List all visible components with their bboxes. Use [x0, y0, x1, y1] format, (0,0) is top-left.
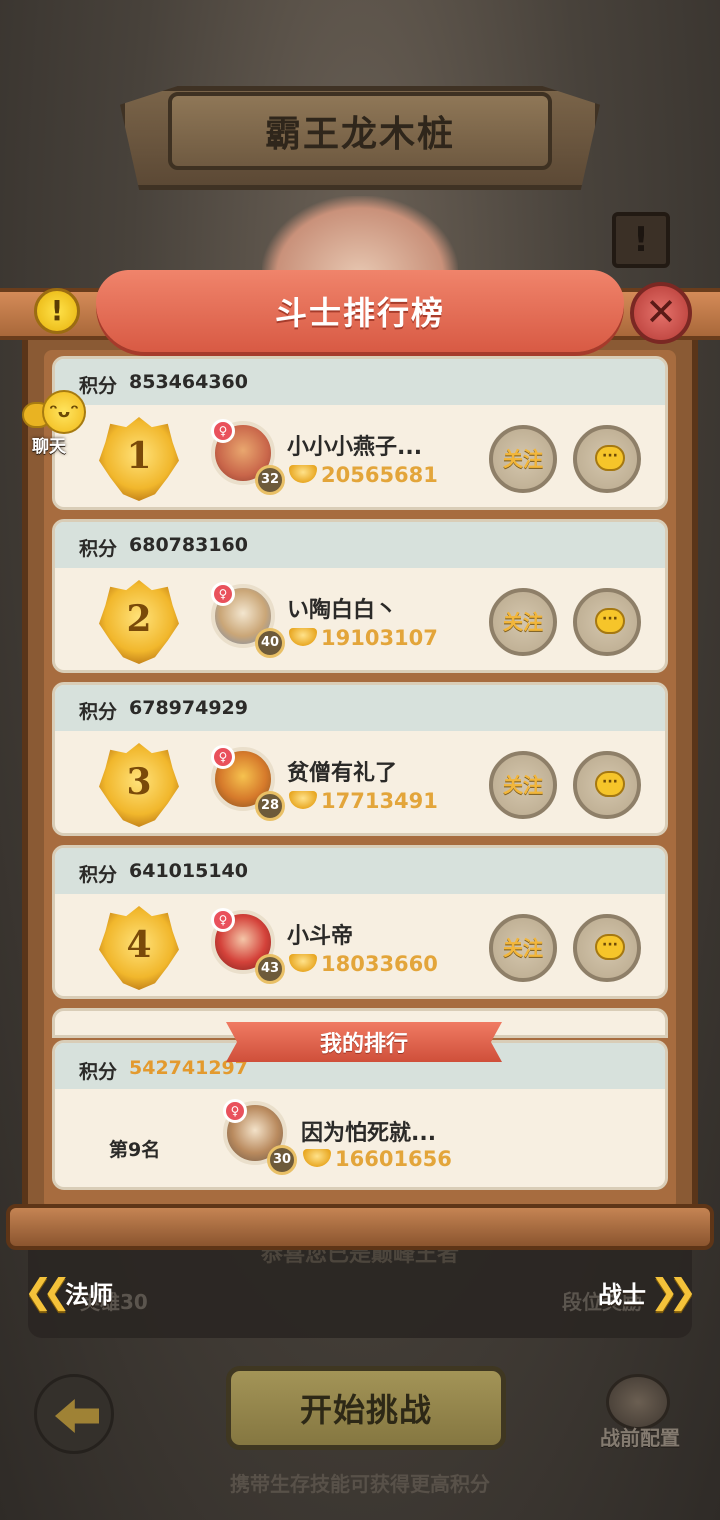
rank-number: 4	[126, 924, 152, 966]
my-score-label: 积分	[79, 1061, 118, 1083]
notice-sign-icon[interactable]: !	[612, 212, 670, 268]
score-label: 积分	[79, 701, 118, 723]
pre-battle-config-label: 战前配置	[600, 1426, 680, 1450]
follow-button[interactable]: 关注	[489, 425, 557, 493]
score-value: 678974929	[129, 697, 248, 719]
chat-button[interactable]: ···	[573, 588, 641, 656]
my-player-name: 因为怕死就...	[301, 1121, 437, 1146]
title-banner: 霸王龙木桩	[168, 92, 552, 170]
coin-value: 20565681	[321, 463, 438, 487]
gold-ingot-icon	[289, 465, 317, 483]
score-value: 853464360	[129, 371, 248, 393]
chevron-left-icon: ❮❮	[24, 1272, 71, 1312]
my-rank-position: 第9名	[109, 1139, 161, 1161]
chat-button[interactable]: ···	[573, 751, 641, 819]
info-button[interactable]: !	[34, 288, 80, 334]
chat-bubble-icon: ···	[595, 934, 625, 960]
coin-value: 18033660	[321, 952, 438, 976]
chat-bubble-icon: ···	[595, 771, 625, 797]
gold-ingot-icon	[303, 1149, 331, 1167]
switch-prev-class[interactable]: ❮❮ 法师	[24, 1272, 113, 1312]
my-rank-title: 我的排行	[319, 1032, 408, 1057]
player-name: い陶白白丶	[287, 598, 398, 623]
rank-card-4: 积分 641015140 4 ♀ 43 小斗帝 18033660 关注 ···	[52, 845, 668, 999]
rank-card-2: 积分 680783160 2 ♀ 40 い陶白白丶 19103107 关注 ··…	[52, 519, 668, 673]
my-coin-value: 16601656	[335, 1147, 452, 1171]
level-badge: 40	[255, 628, 285, 658]
rank-number: 1	[126, 435, 152, 477]
score-label: 积分	[79, 864, 118, 886]
player-name: 小小小燕子...	[287, 435, 423, 460]
chat-button[interactable]: ···	[573, 914, 641, 982]
follow-button[interactable]: 关注	[489, 588, 557, 656]
gender-badge-icon: ♀	[211, 745, 235, 769]
prev-class-label: 法师	[64, 1280, 113, 1309]
my-rank-ribbon: 我的排行	[226, 1022, 502, 1062]
gold-ingot-icon	[289, 628, 317, 646]
gold-ingot-icon	[289, 954, 317, 972]
rank-card-3: 积分 678974929 3 ♀ 28 贫僧有礼了 17713491 关注 ··…	[52, 682, 668, 836]
follow-button[interactable]: 关注	[489, 914, 557, 982]
level-badge: 43	[255, 954, 285, 984]
player-name: 贫僧有礼了	[287, 761, 398, 786]
chat-label: 聊天	[32, 437, 66, 457]
chat-bubble-icon: ···	[595, 608, 625, 634]
rank-card-1: 积分 853464360 1 ♀ 32 小小小燕子... 20565681 关注…	[52, 356, 668, 510]
score-value: 680783160	[129, 534, 248, 556]
player-name: 小斗帝	[287, 924, 354, 949]
back-button[interactable]	[34, 1374, 114, 1454]
chat-face-icon: ᵔᴗᵔ	[42, 390, 86, 434]
leaderboard-header: 斗士排行榜	[96, 270, 624, 352]
hint-text: 携带生存技能可获得更高积分	[230, 1472, 490, 1496]
leaderboard-title: 斗士排行榜	[274, 294, 445, 332]
next-class-label: 战士	[598, 1280, 646, 1309]
start-challenge-label: 开始挑战	[299, 1391, 432, 1429]
stage-title: 霸王龙木桩	[264, 114, 455, 155]
level-badge: 28	[255, 791, 285, 821]
gold-ingot-icon	[289, 791, 317, 809]
follow-button[interactable]: 关注	[489, 751, 557, 819]
board-bottom-beam	[6, 1204, 714, 1250]
pre-battle-config-button[interactable]: 战前配置	[592, 1374, 688, 1458]
chat-shortcut[interactable]: ᵔᴗᵔ 聊天	[18, 390, 90, 457]
gender-badge-icon: ♀	[211, 908, 235, 932]
chat-bubble-icon: ···	[595, 445, 625, 471]
coin-value: 19103107	[321, 626, 438, 650]
chat-button[interactable]: ···	[573, 425, 641, 493]
score-label: 积分	[79, 538, 118, 560]
coin-value: 17713491	[321, 789, 438, 813]
gender-badge-icon: ♀	[211, 582, 235, 606]
chevron-right-icon: ❯❯	[650, 1272, 697, 1312]
arrow-left-icon	[55, 1399, 99, 1433]
level-badge: 32	[255, 465, 285, 495]
close-button[interactable]: ✕	[630, 282, 692, 344]
rank-number: 2	[126, 598, 152, 640]
switch-next-class[interactable]: 战士 ❯❯	[598, 1272, 697, 1312]
my-rank-card: 积分 542741297 第9名 ♀ 30 因为怕死就... 16601656	[52, 1040, 668, 1190]
gender-badge-icon: ♀	[211, 419, 235, 443]
score-value: 641015140	[129, 860, 248, 882]
start-challenge-button[interactable]: 开始挑战	[226, 1366, 506, 1450]
my-level-badge: 30	[267, 1145, 297, 1175]
gender-badge-icon: ♀	[223, 1099, 247, 1123]
rank-number: 3	[126, 761, 152, 803]
